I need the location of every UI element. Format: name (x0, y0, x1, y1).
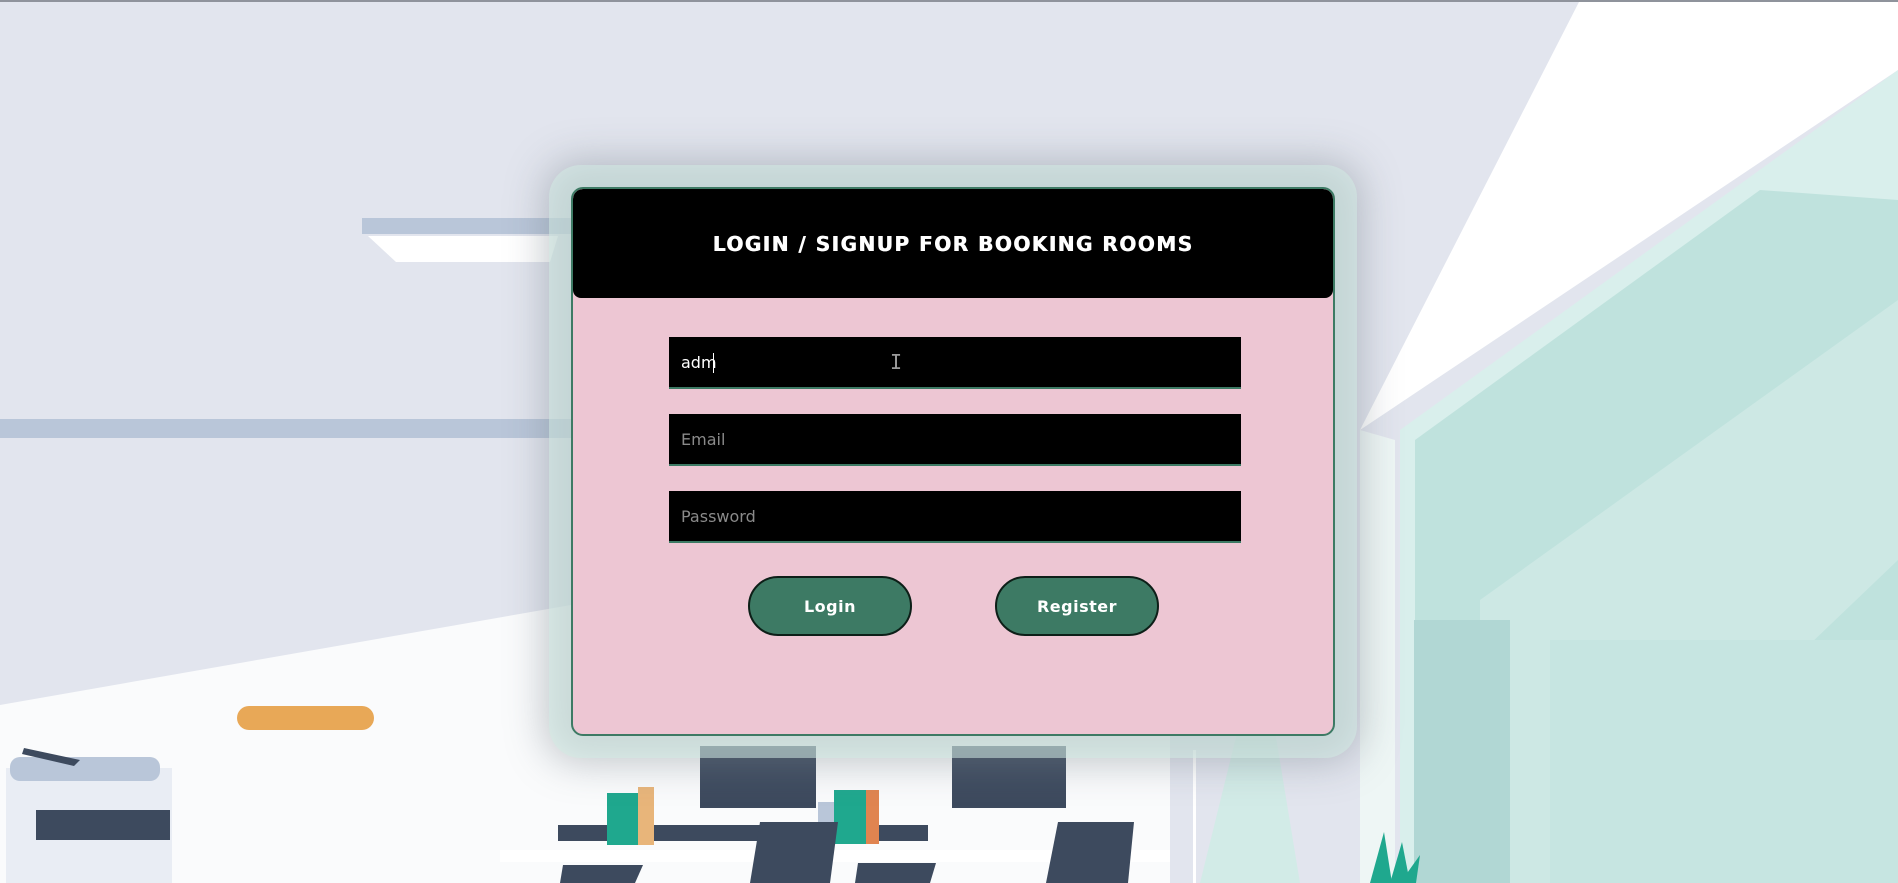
email-input[interactable] (669, 414, 1241, 466)
username-input[interactable] (669, 337, 1241, 389)
page-title: LOGIN / SIGNUP FOR BOOKING ROOMS (712, 231, 1194, 256)
card-header: LOGIN / SIGNUP FOR BOOKING ROOMS (573, 189, 1333, 298)
register-button[interactable]: Register (995, 576, 1159, 636)
password-input[interactable] (669, 491, 1241, 543)
window-top-border (0, 0, 1898, 2)
login-card: LOGIN / SIGNUP FOR BOOKING ROOMS I Login… (571, 187, 1335, 736)
login-button[interactable]: Login (748, 576, 912, 636)
